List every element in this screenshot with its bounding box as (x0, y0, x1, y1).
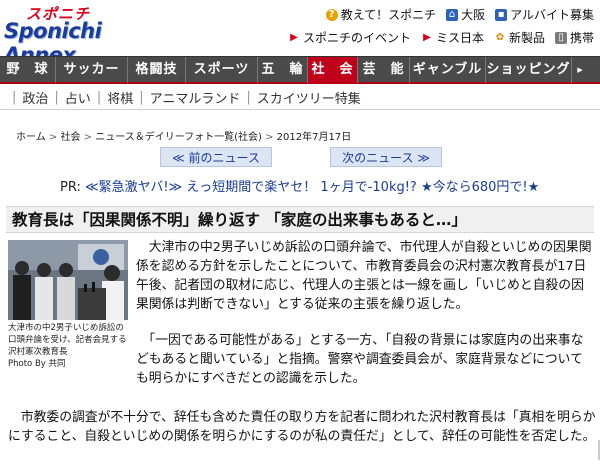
subnav-item-skytree[interactable]: スカイツリー特集 (257, 88, 361, 107)
site-header: スポニチ Sponichi Annex ? 教えて！スポニチ ⌂ 大阪 ▪ アル… (0, 0, 600, 67)
question-icon: ? (325, 8, 338, 21)
nav-item-soccer[interactable]: サッカー (56, 57, 128, 83)
home-icon: ⌂ (446, 8, 459, 21)
article-paragraph: 大津市の中2男子いじめ訴訟の口頭弁論で、市代理人が自殺といじめの因果関係を認める… (136, 240, 592, 312)
arrow-icon: ▶ (423, 31, 431, 43)
nav-item-martial-arts[interactable]: 格闘技 (128, 57, 186, 83)
subnav-divider: | (12, 90, 17, 105)
article-headline: 教育長は「因果関係不明」繰り返す 「家庭の出来事もあると…」 (6, 206, 594, 233)
breadcrumb-separator: > (261, 132, 277, 143)
flower-icon: ✿ (495, 31, 505, 43)
breadcrumb-date: 2012年7月17日 (276, 132, 352, 143)
header-link-new-products[interactable]: ✿ 新製品 (494, 29, 545, 46)
nav-item-society[interactable]: 社 会 (308, 57, 358, 83)
breadcrumb-home[interactable]: ホーム (16, 132, 46, 143)
header-link-label: 新製品 (508, 31, 545, 45)
subnav-divider: | (139, 90, 144, 105)
subnav-item-animal-land[interactable]: アニマルランド (150, 88, 241, 107)
subnav-divider: | (54, 90, 59, 105)
photo-caption: 大津市の中2男子いじめ訴訟の口頭弁論を受け、記者会見する沢村憲次教育長 Phot… (8, 322, 132, 370)
header-link-oshiete[interactable]: ? 教えて！スポニチ (325, 6, 437, 23)
header-link-label: 大阪 (461, 8, 486, 22)
header-link-events[interactable]: ▶ スポニチのイベント (288, 29, 411, 46)
header-links-bottom: ▶ スポニチのイベント ▶ ミス日本 ✿ 新製品 ▯ 携帯 (288, 29, 594, 46)
header-link-recruit[interactable]: ▪ アルバイト募集 (495, 6, 594, 23)
nav-item-sports[interactable]: スポーツ (186, 57, 258, 83)
next-news-button[interactable]: 次のニュース ≫ (330, 147, 442, 167)
breadcrumb-separator: > (45, 132, 61, 143)
photo-illustration (8, 240, 128, 320)
header-link-label: アルバイト募集 (510, 8, 594, 22)
subnav-item-politics[interactable]: 政治 (22, 88, 48, 107)
header-link-miss-japan[interactable]: ▶ ミス日本 (421, 29, 484, 46)
sub-nav: | 政治 | 占い | 将棋 | アニマルランド | スカイツリー特集 (0, 86, 600, 110)
sponichi-logo[interactable]: スポニチ Sponichi Annex (4, 3, 176, 67)
nav-item-shopping[interactable]: ショッピング (486, 57, 572, 83)
header-link-osaka[interactable]: ⌂ 大阪 (446, 6, 485, 23)
breadcrumb-separator: > (80, 132, 96, 143)
breadcrumb-section[interactable]: 社会 (60, 132, 80, 143)
breadcrumb-list[interactable]: ニュース＆デイリーフォト一覧(社会) (95, 132, 262, 143)
photo-credit: Photo By 共同 (8, 359, 66, 369)
photo-caption-text: 大津市の中2男子いじめ訴訟の口頭弁論を受け、記者会見する沢村憲次教育長 (8, 323, 127, 357)
breadcrumb: ホーム > 社会 > ニュース＆デイリーフォト一覧(社会) > 2012年7月1… (16, 128, 351, 143)
pr-link[interactable]: ≪緊急激ヤバ!≫ えっ短期間で楽ヤセ！ 1ヶ月で-10kg!? ★今なら680円… (85, 180, 539, 195)
nav-item-entertainment[interactable]: 芸 能 (358, 57, 410, 83)
article-paragraph: 「一因である可能性がある」とする一方、「自殺の背景には家庭内の出来事などもあると… (136, 333, 584, 386)
main-nav: 野 球 サッカー 格闘技 スポーツ 五 輪 社 会 芸 能 ギャンブル ショッピ… (0, 56, 600, 84)
subnav-item-shogi[interactable]: 将棋 (107, 88, 133, 107)
article-photo[interactable] (8, 240, 128, 320)
pr-label: PR: (60, 180, 81, 195)
nav-item-baseball[interactable]: 野 球 (0, 57, 56, 83)
header-link-label: スポニチのイベント (302, 31, 411, 45)
bag-icon: ▪ (495, 8, 508, 21)
nav-more-icon[interactable]: ▸ (572, 57, 588, 83)
subnav-item-fortune[interactable]: 占い (65, 88, 91, 107)
header-link-mobile[interactable]: ▯ 携帯 (554, 29, 594, 46)
article-paragraph: 市教委の調査が不十分で、辞任も含めた責任の取り方を記者に問われた沢村教育長は「真… (8, 410, 596, 444)
subnav-divider: | (246, 90, 251, 105)
phone-icon: ▯ (554, 31, 567, 44)
subnav-divider: | (96, 90, 102, 105)
header-link-label: 携帯 (569, 31, 594, 45)
pr-line: PR: ≪緊急激ヤバ!≫ えっ短期間で楽ヤセ！ 1ヶ月で-10kg!? ★今なら… (60, 176, 539, 195)
header-link-label: ミス日本 (435, 31, 484, 45)
header-link-label: 教えて！スポニチ (340, 8, 437, 22)
arrow-icon: ▶ (290, 31, 298, 43)
prev-news-button[interactable]: ≪ 前のニュース (160, 147, 272, 167)
nav-item-olympics[interactable]: 五 輪 (258, 57, 308, 83)
header-links-top: ? 教えて！スポニチ ⌂ 大阪 ▪ アルバイト募集 (325, 6, 594, 23)
nav-item-gamble[interactable]: ギャンブル (410, 57, 486, 83)
